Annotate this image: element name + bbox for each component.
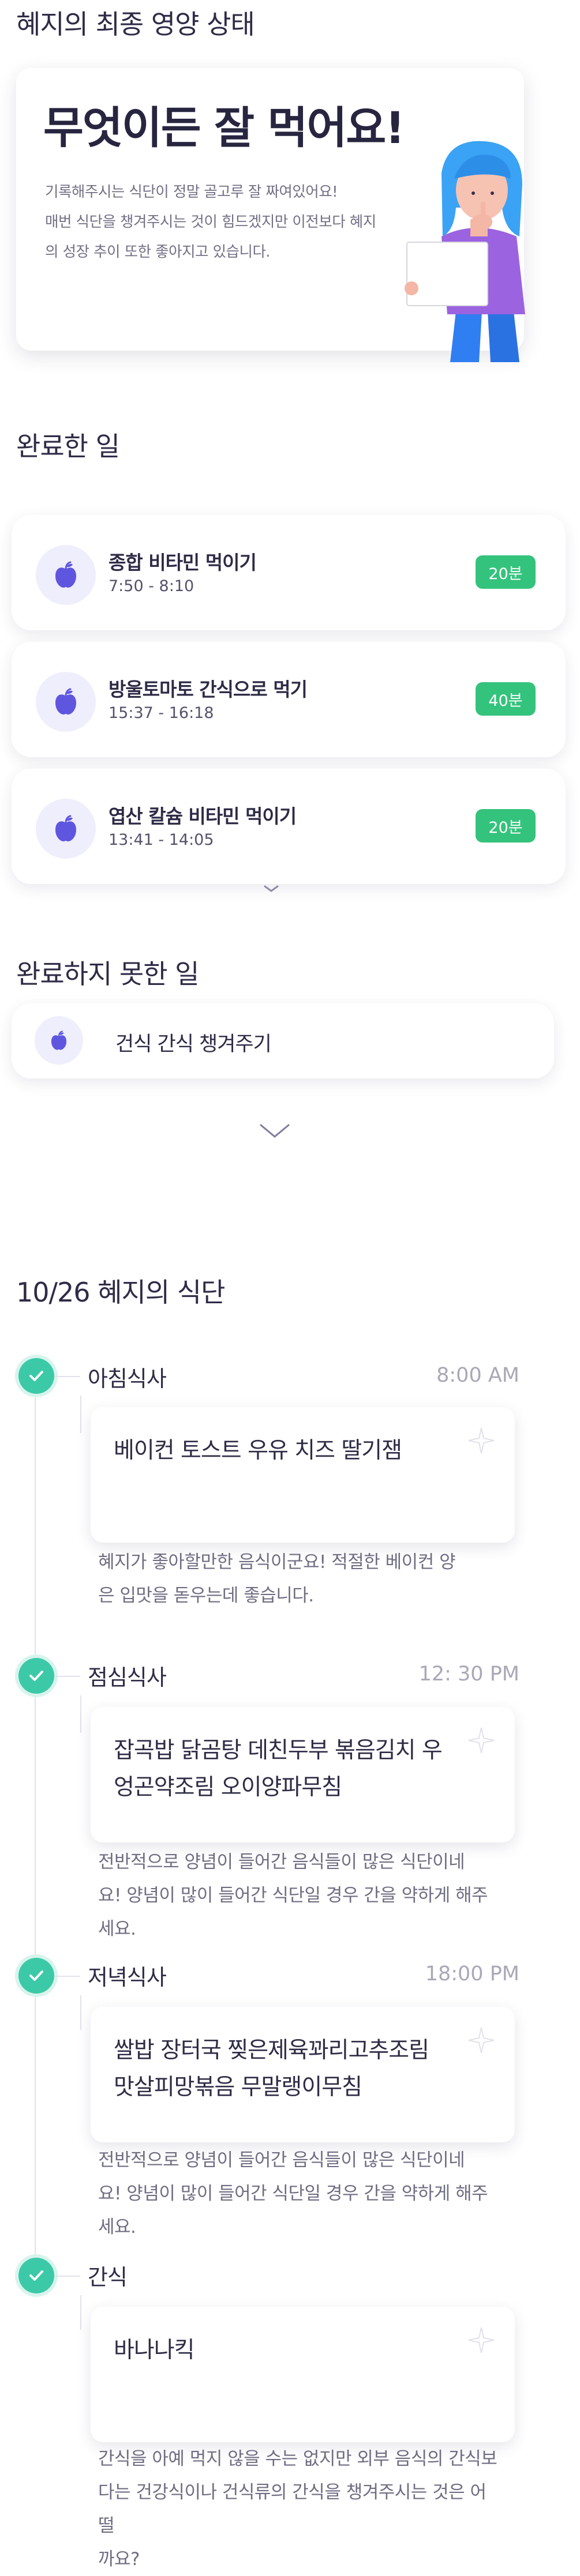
meal-time: 8:00 AM: [436, 1364, 519, 1387]
task-icon-circle: [36, 672, 96, 732]
timeline-branch: [54, 1376, 80, 1377]
status-section-title: 혜지의 최종 영양 상태: [16, 9, 255, 40]
timeline-branch: [80, 2295, 81, 2330]
meal-comment-line: 다는 건강식이나 건식류의 간식을 챙겨주시는 것은 어떨: [98, 2482, 487, 2536]
meal-comment-line: 요! 양념이 많이 들어간 식단일 경우 간을 약하게 해주: [98, 2183, 488, 2204]
meal-comment: 전반적으로 양념이 들어간 음식들이 많은 식단이네 요! 양념이 많이 들어간…: [98, 1845, 502, 1946]
meal-comment-line: 혜지가 좋아할만한 음식이군요! 적절한 베이컨 양: [98, 1552, 456, 1573]
meal-menu-line: 맛살피망볶음 무말랭이무침: [114, 2074, 362, 2100]
meal-comment-line: 전반적으로 양념이 들어간 음식들이 많은 식단이네: [98, 1852, 465, 1872]
done-task-card[interactable]: 엽산 칼슘 비타민 먹이기 13:41 - 14:05 20분: [12, 769, 566, 884]
status-desc-line: 의 성장 추이 또한 좋아지고 있습니다.: [45, 243, 271, 261]
meal-comment-line: 세요.: [98, 1919, 136, 1939]
meal-comment: 전반적으로 양념이 들어간 음식들이 많은 식단이네 요! 양념이 많이 들어간…: [98, 2143, 502, 2244]
check-icon: [18, 1958, 54, 1994]
check-icon: [18, 2258, 54, 2293]
meal-comment-line: 전반적으로 양념이 들어간 음식들이 많은 식단이네: [98, 2150, 465, 2171]
timeline-branch: [80, 1995, 81, 2030]
meal-menu: 바나나킥: [114, 2337, 195, 2363]
meal-menu: 쌀밥 장터국 찢은제육꽈리고추조림 맛살피망볶음 무말랭이무침: [114, 2032, 460, 2106]
timeline-branch: [54, 1676, 80, 1677]
sparkle-icon[interactable]: [465, 2024, 497, 2056]
chevron-down-icon[interactable]: [263, 884, 280, 893]
character-illustration: [405, 141, 525, 362]
status-headline: 무엇이든 잘 먹어요!: [43, 102, 405, 153]
meal-comment: 혜지가 좋아할만한 음식이군요! 적절한 베이컨 양 은 입맛을 돋우는데 좋습…: [98, 1545, 502, 1612]
done-section-title: 완료한 일: [16, 431, 120, 462]
meal-menu-card[interactable]: 바나나킥: [91, 2307, 515, 2442]
meal-menu-card[interactable]: 베이컨 토스트 우유 치즈 딸기잼: [91, 1407, 515, 1543]
done-task-card[interactable]: 종합 비타민 먹이기 7:50 - 8:10 20분: [12, 515, 566, 630]
task-name: 종합 비타민 먹이기: [108, 551, 257, 574]
undone-section-title: 완료하지 못한 일: [16, 958, 199, 990]
meal-menu-card[interactable]: 잡곡밥 닭곰탕 데친두부 볶음김치 우 엉곤약조림 오이양파무침: [91, 1707, 515, 1842]
meal-title: 저녁식사: [88, 1965, 167, 1990]
meal-menu-line: 잡곡밥 닭곰탕 데친두부 볶음김치 우: [114, 1738, 443, 1763]
apple-icon: [55, 561, 76, 588]
timeline-branch: [54, 1976, 80, 1977]
status-desc-line: 기록해주시는 식단이 정말 골고루 잘 짜여있어요!: [45, 183, 338, 201]
meal-comment: 간식을 아예 먹지 않을 수는 없지만 외부 음식의 간식보 다는 건강식이나 …: [98, 2442, 502, 2576]
task-icon-circle: [35, 1016, 83, 1065]
apple-icon: [55, 815, 76, 841]
duration-badge: 20분: [476, 809, 536, 843]
meal-menu-card[interactable]: 쌀밥 장터국 찢은제육꽈리고추조림 맛살피망볶음 무말랭이무침: [91, 2007, 515, 2142]
task-icon-circle: [36, 545, 96, 605]
task-time: 13:41 - 14:05: [108, 831, 214, 849]
duration-badge: 20분: [476, 555, 536, 589]
timeline-branch: [80, 1396, 81, 1433]
meal-menu-line: 엉곤약조림 오이양파무침: [114, 1774, 342, 1800]
task-name: 방울토마토 간식으로 먹기: [108, 678, 308, 701]
task-time: 15:37 - 16:18: [108, 704, 214, 722]
meal-comment-line: 세요.: [98, 2217, 136, 2237]
timeline-branch: [54, 2276, 80, 2277]
meal-menu-line: 쌀밥 장터국 찢은제육꽈리고추조림: [114, 2037, 429, 2063]
sparkle-icon[interactable]: [465, 2324, 497, 2356]
task-name: 엽산 칼슘 비타민 먹이기: [108, 805, 297, 828]
meal-title: 간식: [88, 2265, 128, 2290]
sparkle-icon[interactable]: [465, 1424, 497, 1457]
task-time: 7:50 - 8:10: [108, 577, 194, 595]
meal-time: 12: 30 PM: [418, 1663, 519, 1686]
meal-comment-line: 간식을 아예 먹지 않을 수는 없지만 외부 음식의 간식보: [98, 2449, 497, 2469]
meal-menu: 베이컨 토스트 우유 치즈 딸기잼: [114, 1438, 402, 1464]
meal-time: 18:00 PM: [425, 1962, 519, 1985]
undone-task-card[interactable]: 건식 간식 챙겨주기: [12, 1003, 554, 1078]
meal-title: 아침식사: [88, 1366, 167, 1392]
timeline-line: [35, 1396, 36, 2272]
task-icon-circle: [36, 799, 96, 859]
duration-badge: 40분: [476, 682, 536, 716]
status-description: 기록해주시는 식단이 정말 골고루 잘 짜여있어요! 매번 식단을 챙겨주시는 …: [45, 177, 391, 267]
diet-section-title: 10/26 혜지의 식단: [16, 1277, 225, 1308]
meal-comment-line: 까요?: [98, 2549, 140, 2570]
apple-icon: [51, 1030, 67, 1050]
meal-menu: 잡곡밥 닭곰탕 데친두부 볶음김치 우 엉곤약조림 오이양파무침: [114, 1732, 460, 1806]
meal-comment-line: 요! 양념이 많이 들어간 식단일 경우 간을 약하게 해주: [98, 1885, 488, 1906]
sparkle-icon[interactable]: [465, 1724, 497, 1757]
meal-comment-line: 은 입맛을 돋우는데 좋습니다.: [98, 1585, 314, 1606]
timeline-branch: [80, 1695, 81, 1733]
check-icon: [18, 1658, 54, 1694]
expand-chevron-icon[interactable]: [257, 1122, 292, 1141]
check-icon: [18, 1358, 54, 1394]
undone-task-name: 건식 간식 챙겨주기: [115, 1033, 272, 1056]
meal-title: 점심식사: [88, 1665, 167, 1690]
apple-icon: [55, 688, 76, 714]
done-task-card[interactable]: 방울토마토 간식으로 먹기 15:37 - 16:18 40분: [12, 642, 566, 757]
status-desc-line: 매번 식단을 챙겨주시는 것이 힘드겠지만 이전보다 혜지: [45, 213, 376, 231]
